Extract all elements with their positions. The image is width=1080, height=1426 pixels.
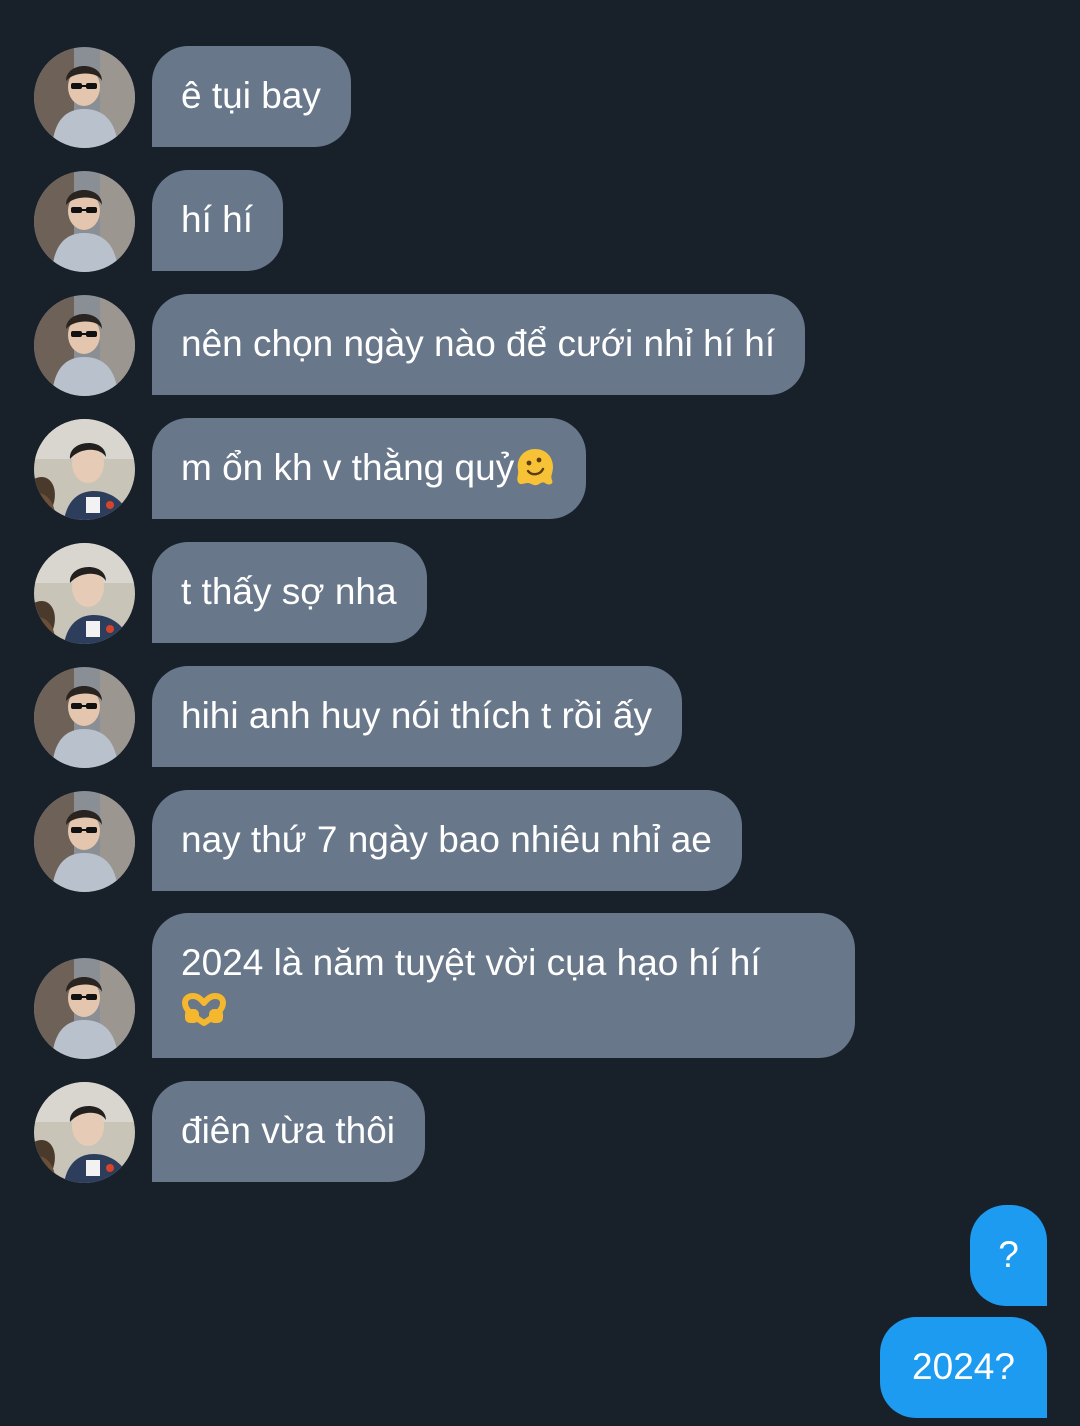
message-text: nay thứ 7 ngày bao nhiêu nhỉ ae: [181, 819, 712, 860]
message-bubble[interactable]: t thấy sợ nha: [152, 542, 427, 643]
message-text: hí hí: [181, 199, 253, 240]
message-bubble[interactable]: hihi anh huy nói thích t rồi ấy: [152, 666, 683, 767]
outgoing-message-bubble[interactable]: 2024?: [880, 1317, 1047, 1418]
message-bubble[interactable]: nay thứ 7 ngày bao nhiêu nhỉ ae: [152, 790, 742, 891]
message-bubble[interactable]: nên chọn ngày nào để cưới nhỉ hí hí: [152, 294, 806, 395]
avatar[interactable]: [34, 47, 135, 148]
message-text: 2024 là năm tuyệt vời cụa hạo hí hí: [181, 942, 761, 983]
message-text: 2024?: [912, 1346, 1015, 1387]
avatar[interactable]: [34, 791, 135, 892]
avatar[interactable]: [34, 667, 135, 768]
message-text: ê tụi bay: [181, 75, 321, 116]
message-bubble[interactable]: hí hí: [152, 170, 283, 271]
message-bubble[interactable]: ê tụi bay: [152, 46, 351, 147]
message-bubble[interactable]: điên vừa thôi: [152, 1081, 426, 1182]
message-text: hihi anh huy nói thích t rồi ấy: [181, 695, 653, 736]
message-text: nên chọn ngày nào để cưới nhỉ hí hí: [181, 323, 776, 364]
avatar[interactable]: [34, 295, 135, 396]
heart-hands-emoji: [181, 993, 227, 1037]
avatar[interactable]: [34, 958, 135, 1059]
message-text: t thấy sợ nha: [181, 571, 397, 612]
avatar[interactable]: [34, 171, 135, 272]
message-text: điên vừa thôi: [181, 1110, 396, 1151]
message-bubble[interactable]: m ổn kh v thằng quỷ: [152, 418, 587, 519]
avatar[interactable]: [34, 419, 135, 520]
avatar[interactable]: [34, 1082, 135, 1183]
message-bubble[interactable]: 2024 là năm tuyệt vời cụa hạo hí hí: [152, 913, 855, 1058]
message-text: ?: [998, 1234, 1019, 1275]
avatar[interactable]: [34, 543, 135, 644]
message-text: m ổn kh v thằng quỷ: [181, 447, 515, 488]
melting-face-emoji: [514, 446, 556, 498]
outgoing-message-bubble[interactable]: ?: [970, 1205, 1047, 1306]
